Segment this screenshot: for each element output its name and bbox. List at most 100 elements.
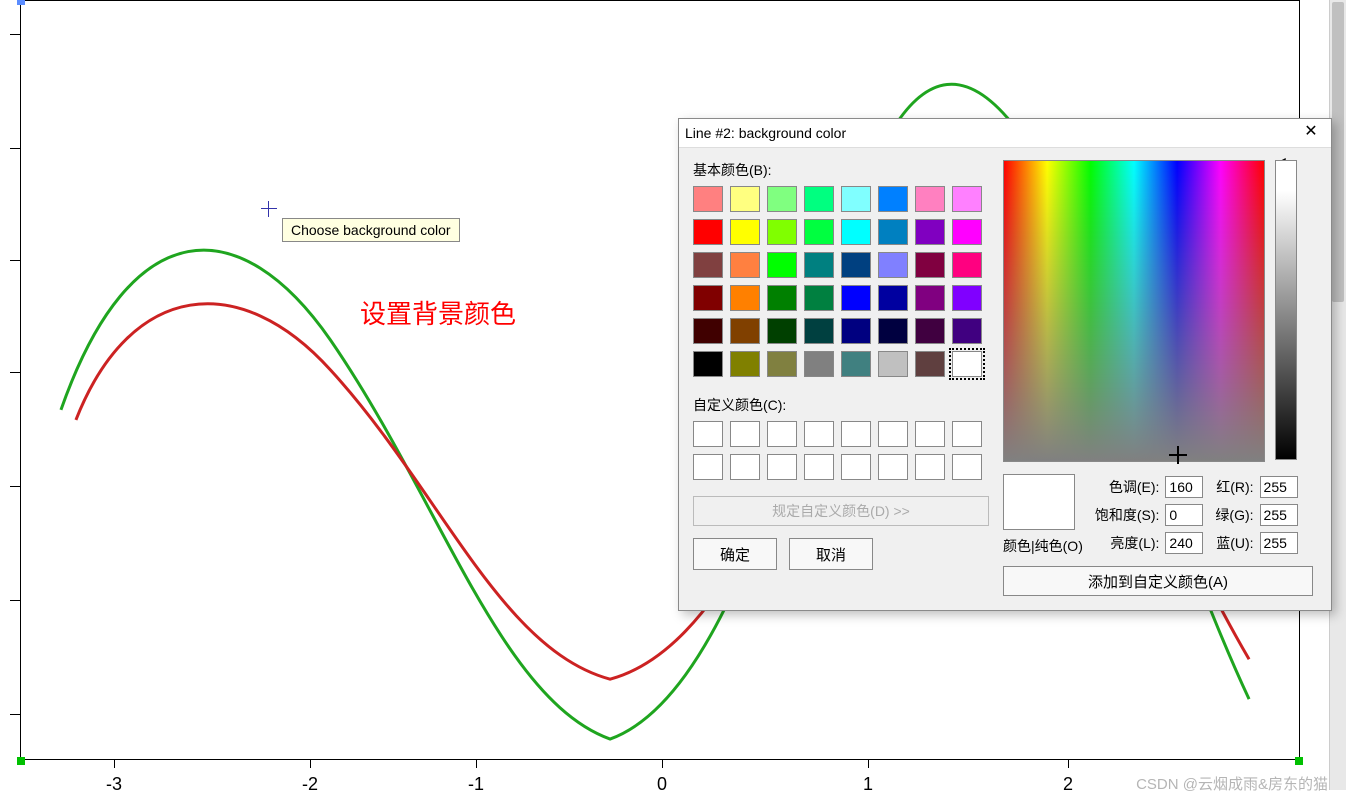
custom-colors-label: 自定义颜色(C): <box>693 395 989 415</box>
x-tick-label: -3 <box>106 774 122 795</box>
close-icon[interactable]: ✕ <box>1297 122 1325 144</box>
basic-swatch[interactable] <box>878 318 908 344</box>
basic-colors-label: 基本颜色(B): <box>693 160 989 180</box>
basic-swatch[interactable] <box>915 285 945 311</box>
custom-swatch[interactable] <box>730 421 760 447</box>
basic-swatch[interactable] <box>915 351 945 377</box>
dialog-titlebar[interactable]: Line #2: background color ✕ <box>679 119 1331 148</box>
basic-swatch[interactable] <box>841 351 871 377</box>
cancel-button[interactable]: 取消 <box>789 538 873 570</box>
basic-swatch[interactable] <box>841 318 871 344</box>
custom-swatch[interactable] <box>693 454 723 480</box>
basic-swatch[interactable] <box>952 318 982 344</box>
hue-label: 色调(E): <box>1109 477 1160 497</box>
watermark: CSDN @云烟成雨&房东的猫 <box>1136 773 1328 794</box>
basic-swatch[interactable] <box>952 351 982 377</box>
custom-swatch[interactable] <box>804 454 834 480</box>
custom-swatch[interactable] <box>804 421 834 447</box>
custom-swatch[interactable] <box>915 454 945 480</box>
x-tick-label: 1 <box>863 774 873 795</box>
custom-swatch[interactable] <box>952 421 982 447</box>
x-tick-label: -1 <box>468 774 484 795</box>
custom-swatch[interactable] <box>952 454 982 480</box>
cursor-crosshair-icon <box>261 201 277 217</box>
color-spectrum[interactable] <box>1003 160 1265 462</box>
custom-swatch[interactable] <box>730 454 760 480</box>
basic-swatch[interactable] <box>952 219 982 245</box>
custom-swatch[interactable] <box>841 454 871 480</box>
basic-swatch[interactable] <box>693 351 723 377</box>
x-tick-label: -2 <box>302 774 318 795</box>
green-input[interactable] <box>1260 504 1298 526</box>
add-custom-color-button[interactable]: 添加到自定义颜色(A) <box>1003 566 1313 596</box>
custom-swatch[interactable] <box>878 454 908 480</box>
basic-swatch[interactable] <box>767 285 797 311</box>
blue-label: 蓝(U): <box>1216 533 1253 553</box>
basic-swatch[interactable] <box>693 252 723 278</box>
basic-swatch[interactable] <box>804 252 834 278</box>
resize-handle-top-left[interactable] <box>17 0 25 5</box>
basic-swatch[interactable] <box>878 351 908 377</box>
basic-swatch[interactable] <box>952 252 982 278</box>
red-input[interactable] <box>1260 476 1298 498</box>
basic-swatch[interactable] <box>952 285 982 311</box>
red-label: 红(R): <box>1216 477 1253 497</box>
basic-swatch[interactable] <box>804 186 834 212</box>
basic-swatch[interactable] <box>915 252 945 278</box>
basic-swatch[interactable] <box>841 252 871 278</box>
custom-swatch[interactable] <box>693 421 723 447</box>
basic-swatch[interactable] <box>767 318 797 344</box>
custom-swatch[interactable] <box>915 421 945 447</box>
basic-swatch[interactable] <box>730 252 760 278</box>
basic-swatch[interactable] <box>804 351 834 377</box>
basic-swatch[interactable] <box>952 186 982 212</box>
basic-swatch[interactable] <box>878 186 908 212</box>
custom-swatch[interactable] <box>767 421 797 447</box>
y-axis <box>16 0 26 760</box>
basic-swatch[interactable] <box>804 285 834 311</box>
basic-swatch[interactable] <box>693 285 723 311</box>
basic-swatch[interactable] <box>915 318 945 344</box>
basic-swatch[interactable] <box>804 318 834 344</box>
basic-swatch[interactable] <box>730 285 760 311</box>
define-custom-button: 规定自定义颜色(D) >> <box>693 496 989 526</box>
basic-swatch[interactable] <box>841 219 871 245</box>
lum-input[interactable] <box>1165 532 1203 554</box>
x-tick-label: 2 <box>1063 774 1073 795</box>
annotation-text: 设置背景颜色 <box>360 294 516 331</box>
basic-swatch[interactable] <box>767 351 797 377</box>
lum-label: 亮度(L): <box>1110 533 1159 553</box>
ok-button[interactable]: 确定 <box>693 538 777 570</box>
scrollbar-thumb[interactable] <box>1332 2 1344 302</box>
resize-handle-bottom-right[interactable] <box>1295 757 1303 765</box>
basic-swatch[interactable] <box>730 219 760 245</box>
basic-swatch[interactable] <box>804 219 834 245</box>
dialog-title: Line #2: background color <box>685 125 1297 141</box>
luminance-bar[interactable] <box>1275 160 1297 460</box>
basic-swatch[interactable] <box>841 285 871 311</box>
basic-swatch[interactable] <box>693 219 723 245</box>
resize-handle-bottom-left[interactable] <box>17 757 25 765</box>
basic-swatch[interactable] <box>730 186 760 212</box>
hue-input[interactable] <box>1165 476 1203 498</box>
custom-swatch[interactable] <box>878 421 908 447</box>
basic-swatch[interactable] <box>730 318 760 344</box>
basic-swatch[interactable] <box>915 219 945 245</box>
color-dialog: Line #2: background color ✕ 基本颜色(B): 自定义… <box>678 118 1332 611</box>
basic-swatch[interactable] <box>915 186 945 212</box>
custom-swatch[interactable] <box>841 421 871 447</box>
basic-swatch[interactable] <box>878 252 908 278</box>
basic-swatch[interactable] <box>878 285 908 311</box>
basic-swatch[interactable] <box>878 219 908 245</box>
basic-swatch[interactable] <box>841 186 871 212</box>
basic-swatches <box>693 186 989 377</box>
basic-swatch[interactable] <box>693 186 723 212</box>
basic-swatch[interactable] <box>767 252 797 278</box>
basic-swatch[interactable] <box>693 318 723 344</box>
basic-swatch[interactable] <box>767 186 797 212</box>
basic-swatch[interactable] <box>730 351 760 377</box>
sat-input[interactable] <box>1165 504 1203 526</box>
blue-input[interactable] <box>1260 532 1298 554</box>
basic-swatch[interactable] <box>767 219 797 245</box>
custom-swatch[interactable] <box>767 454 797 480</box>
